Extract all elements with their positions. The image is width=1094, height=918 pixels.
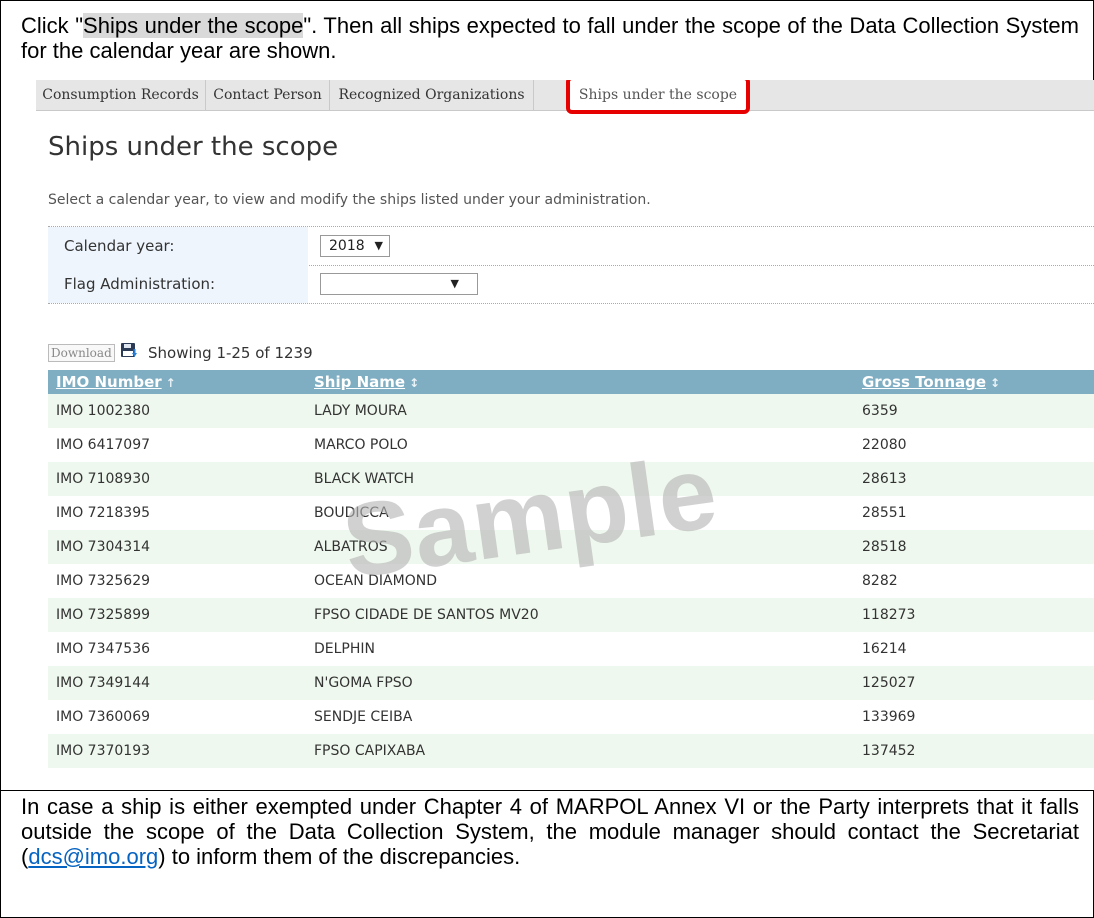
gross-tonnage-cell: 22080 (862, 437, 907, 453)
column-header-gross-tonnage[interactable]: Gross Tonnage ↕ (862, 370, 1000, 394)
tab-recognized-organizations[interactable]: Recognized Organizations (330, 80, 534, 110)
ship-name-cell: LADY MOURA (314, 403, 407, 419)
imo-number-cell: IMO 7325629 (56, 573, 151, 589)
calendar-year-select[interactable]: 2018 ▼ (320, 235, 390, 257)
table-row[interactable]: IMO 7218395 BOUDICCA 28551 (48, 496, 1094, 530)
column-label: IMO Number (56, 373, 162, 391)
gross-tonnage-cell: 125027 (862, 675, 916, 691)
note-paragraph: In case a ship is either exempted under … (0, 790, 1094, 918)
calendar-year-row: Calendar year: 2018 ▼ (48, 227, 1094, 266)
ship-name-cell: ALBATROS (314, 539, 388, 555)
table-header: IMO Number ↑ Ship Name ↕ Gross Tonnage ↕ (48, 370, 1094, 394)
imo-number-cell: IMO 7370193 (56, 743, 151, 759)
calendar-year-value: 2018 (329, 238, 365, 254)
column-label: Ship Name (314, 373, 406, 391)
ship-name-cell: BOUDICCA (314, 505, 389, 521)
imo-number-cell: IMO 1002380 (56, 403, 151, 419)
gross-tonnage-cell: 28613 (862, 471, 907, 487)
table-row[interactable]: IMO 7325899 FPSO CIDADE DE SANTOS MV20 118… (48, 598, 1094, 632)
table-row[interactable]: IMO 7304314 ALBATROS 28518 (48, 530, 1094, 564)
gross-tonnage-cell: 16214 (862, 641, 907, 657)
table-row[interactable]: IMO 7347536 DELPHIN 16214 (48, 632, 1094, 666)
sort-icon: ↕ (409, 376, 420, 390)
gross-tonnage-cell: 8282 (862, 573, 898, 589)
flag-administration-label: Flag Administration: (48, 265, 308, 303)
ships-table-body: IMO 1002380 LADY MOURA 6359 IMO 6417097 MARC… (48, 394, 1094, 768)
ship-name-cell: OCEAN DIAMOND (314, 573, 437, 589)
page-title: Ships under the scope (48, 132, 339, 162)
imo-number-cell: IMO 7304314 (56, 539, 151, 555)
document-border (0, 80, 1, 790)
gross-tonnage-cell: 6359 (862, 403, 898, 419)
imo-number-cell: IMO 7325899 (56, 607, 151, 623)
tab-consumption-records[interactable]: Consumption Records (36, 80, 206, 110)
imo-number-cell: IMO 7218395 (56, 505, 151, 521)
sort-asc-icon: ↑ (165, 376, 176, 390)
table-row[interactable]: IMO 7349144 N'GOMA FPSO 125027 (48, 666, 1094, 700)
ship-name-cell: BLACK WATCH (314, 471, 415, 487)
sort-icon: ↕ (990, 376, 1001, 390)
table-row[interactable]: IMO 6417097 MARCO POLO 22080 (48, 428, 1094, 462)
flag-administration-select[interactable]: ▼ (320, 273, 478, 295)
gross-tonnage-cell: 137452 (862, 743, 916, 759)
gross-tonnage-cell: 28551 (862, 505, 907, 521)
column-header-imo-number[interactable]: IMO Number ↑ (56, 370, 176, 394)
ship-name-cell: DELPHIN (314, 641, 375, 657)
instruction-text-start: Click " (21, 13, 84, 38)
dropdown-arrow-icon: ▼ (450, 277, 459, 290)
table-row[interactable]: IMO 7370193 FPSO CAPIXABA 137452 (48, 734, 1094, 768)
ship-name-cell: MARCO POLO (314, 437, 408, 453)
gross-tonnage-cell: 28518 (862, 539, 907, 555)
calendar-year-label: Calendar year: (48, 227, 308, 265)
ship-name-cell: N'GOMA FPSO (314, 675, 413, 691)
tab-ships-under-scope[interactable]: Ships under the scope (566, 80, 750, 114)
tab-bar: Consumption Records Contact Person Recog… (36, 80, 1094, 114)
table-row[interactable]: IMO 7360069 SENDJE CEIBA 133969 (48, 700, 1094, 734)
imo-number-cell: IMO 7108930 (56, 471, 151, 487)
screenshot-panel: Consumption Records Contact Person Recog… (36, 80, 1094, 790)
gross-tonnage-cell: 118273 (862, 607, 916, 623)
column-header-ship-name[interactable]: Ship Name ↕ (314, 370, 419, 394)
secretariat-email-link[interactable]: dcs@imo.org (28, 844, 158, 869)
instruction-paragraph: Click "Ships under the scope". Then all … (0, 0, 1094, 80)
imo-number-cell: IMO 7349144 (56, 675, 151, 691)
pagination-summary: Showing 1-25 of 1239 (148, 344, 313, 362)
table-row[interactable]: IMO 7325629 OCEAN DIAMOND 8282 (48, 564, 1094, 598)
gross-tonnage-cell: 133969 (862, 709, 916, 725)
ship-name-cell: FPSO CIDADE DE SANTOS MV20 (314, 607, 539, 623)
tab-contact-person[interactable]: Contact Person (206, 80, 330, 110)
ship-name-cell: SENDJE CEIBA (314, 709, 413, 725)
download-button[interactable]: Download (48, 344, 115, 362)
instruction-highlight: Ships under the scope (83, 13, 304, 38)
table-row[interactable]: IMO 7108930 BLACK WATCH 28613 (48, 462, 1094, 496)
save-disk-icon[interactable] (120, 342, 138, 360)
imo-number-cell: IMO 7360069 (56, 709, 151, 725)
intro-text: Select a calendar year, to view and modi… (48, 192, 651, 208)
imo-number-cell: IMO 6417097 (56, 437, 151, 453)
ship-name-cell: FPSO CAPIXABA (314, 743, 426, 759)
imo-number-cell: IMO 7347536 (56, 641, 151, 657)
dropdown-arrow-icon: ▼ (374, 239, 383, 252)
flag-administration-row: Flag Administration: ▼ (48, 265, 1094, 304)
note-text-end: ) to inform them of the discrepancies. (158, 844, 521, 869)
table-row[interactable]: IMO 1002380 LADY MOURA 6359 (48, 394, 1094, 428)
column-label: Gross Tonnage (862, 373, 987, 391)
